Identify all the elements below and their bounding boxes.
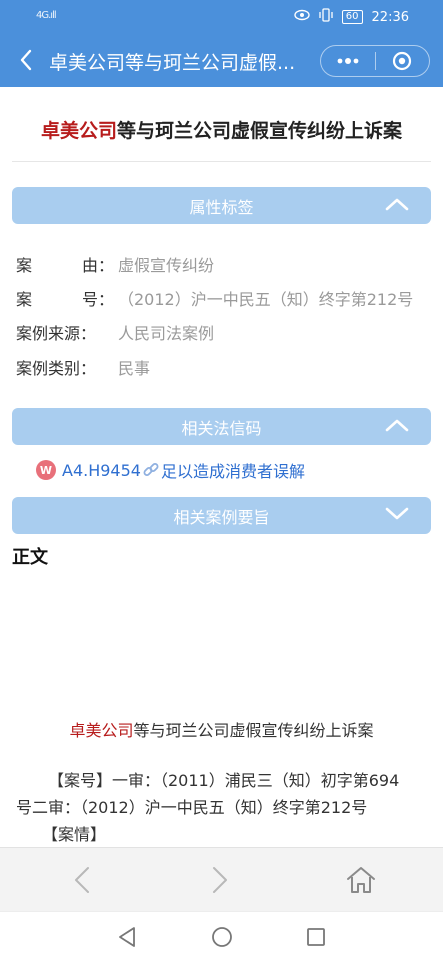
attr-value: 人民司法案例	[118, 324, 215, 343]
law-badge-icon: W	[36, 460, 56, 480]
bottom-toolbar	[0, 847, 443, 911]
attr-label-b: ：	[80, 324, 97, 343]
body-heading: 正文	[12, 547, 48, 568]
chevron-up-icon	[385, 419, 409, 432]
next-page-button[interactable]	[200, 862, 240, 898]
battery-indicator: 60	[341, 10, 363, 24]
link-icon	[143, 463, 159, 476]
chevron-up-icon	[385, 198, 409, 211]
back-arrow-icon	[20, 49, 32, 71]
system-home-button[interactable]	[207, 922, 237, 952]
more-button[interactable]	[321, 46, 375, 76]
status-right: 60 22:36	[294, 8, 409, 26]
attr-label-a: 案	[16, 256, 33, 275]
circle-home-icon	[212, 927, 232, 947]
attr-label-a: 案例类别	[16, 359, 81, 378]
attr-row-cause: 案 由： 虚假宣传纠纷	[16, 252, 214, 276]
system-back-button[interactable]	[112, 922, 142, 952]
body-paragraph: 【案号】一审：（2011）浦民三（知）初字第694 号二审：（2012）沪一中民…	[16, 767, 431, 847]
law-text: 足以造成消费者误解	[160, 462, 305, 481]
triangle-back-icon	[119, 927, 135, 947]
system-recents-button[interactable]	[301, 922, 331, 952]
prev-page-button[interactable]	[62, 862, 102, 898]
system-nav-bar	[0, 911, 443, 960]
next-page-icon	[213, 867, 227, 893]
body-title-highlight: 卓美公司	[69, 721, 134, 740]
attr-label-a: 案例来源	[16, 324, 81, 343]
clock: 22:36	[371, 9, 409, 25]
close-circle-icon	[393, 51, 412, 71]
attr-row-source: 案例来源： 人民司法案例	[16, 320, 214, 344]
attr-label-b: 号：	[81, 290, 114, 309]
case-title-highlight: 卓美公司	[40, 120, 117, 142]
case-number-line-1: 【案号】一审：（2011）浦民三（知）初字第694	[48, 771, 400, 790]
section-laws-label: 相关法信码	[181, 418, 262, 438]
attr-label: 案例来源：	[16, 320, 114, 344]
attr-label: 案 号：	[16, 286, 114, 310]
home-button[interactable]	[341, 862, 381, 898]
section-attributes-label: 属性标签	[189, 197, 254, 217]
attr-label-b: ：	[80, 359, 97, 378]
section-summary[interactable]: 相关案例要旨	[12, 497, 431, 534]
body-title: 卓美公司等与珂兰公司虚假宣传纠纷上诉案	[0, 717, 443, 741]
law-code-link[interactable]: W A4.H9454 足以造成消费者误解	[36, 458, 305, 482]
section-laws[interactable]: 相关法信码	[12, 408, 431, 445]
attr-label: 案 由：	[16, 252, 114, 276]
law-code: A4.H9454	[62, 460, 141, 480]
attr-label: 案例类别：	[16, 355, 114, 379]
vibrate-icon	[319, 8, 333, 26]
case-facts-label: 【案情】	[42, 825, 107, 844]
case-title: 卓美公司等与珂兰公司虚假宣传纠纷上诉案	[0, 116, 443, 143]
attr-value: （2012）沪一中民五（知）终字第212号	[118, 290, 414, 309]
section-summary-label: 相关案例要旨	[173, 507, 270, 527]
title-divider	[12, 161, 431, 162]
title-bar: 卓美公司等与珂兰公司虚假...	[0, 33, 443, 87]
eye-icon	[294, 9, 310, 25]
status-bar: 4G.ıll 60 22:36	[0, 0, 443, 33]
attr-label-b: 由：	[81, 256, 114, 275]
square-recents-icon	[307, 928, 325, 946]
close-button[interactable]	[375, 46, 429, 76]
signal-indicator: 4G.ıll	[36, 10, 57, 21]
attr-label-a: 案	[16, 290, 33, 309]
section-attributes[interactable]: 属性标签	[12, 187, 431, 224]
body-title-rest: 等与珂兰公司虚假宣传纠纷上诉案	[133, 721, 374, 740]
back-button[interactable]	[10, 43, 42, 77]
attr-value: 民事	[118, 359, 151, 378]
attr-row-case-number: 案 号： （2012）沪一中民五（知）终字第212号	[16, 286, 413, 310]
case-number-line-2: 号二审：（2012）沪一中民五（知）终字第212号	[16, 798, 368, 817]
more-dots-icon	[337, 58, 359, 64]
mini-program-capsule	[320, 45, 430, 77]
attr-value: 虚假宣传纠纷	[118, 256, 215, 275]
chevron-down-icon	[385, 507, 409, 520]
home-icon	[347, 867, 375, 893]
page-title: 卓美公司等与珂兰公司虚假...	[49, 52, 296, 74]
prev-page-icon	[75, 867, 89, 893]
content-area[interactable]: 卓美公司等与珂兰公司虚假宣传纠纷上诉案 属性标签 案由： 虚假宣传纠纷 案号： …	[0, 87, 443, 847]
attr-row-category: 案例类别： 民事	[16, 355, 150, 379]
case-title-rest: 等与珂兰公司虚假宣传纠纷上诉案	[117, 120, 403, 142]
